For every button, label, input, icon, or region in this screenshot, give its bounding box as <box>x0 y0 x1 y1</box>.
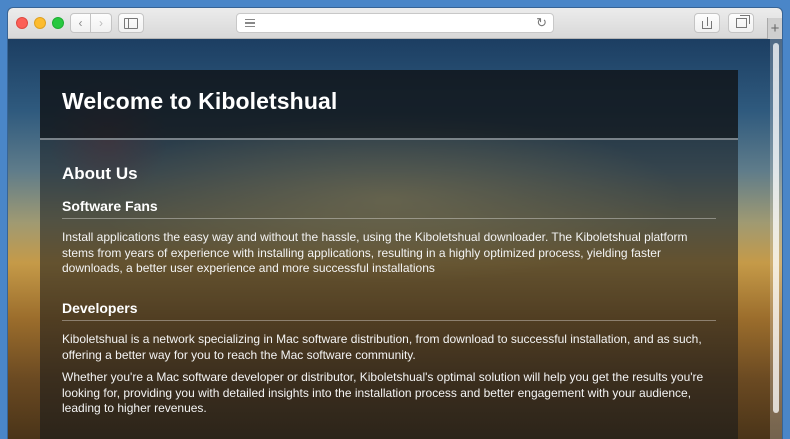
page-title: Welcome to Kiboletshual <box>62 88 338 114</box>
developers-paragraph-1: Kiboletshual is a network specializing i… <box>62 332 702 362</box>
navigation-buttons: ‹ › <box>70 13 112 33</box>
section-title-software-fans: Software Fans <box>62 198 716 219</box>
back-button[interactable]: ‹ <box>70 13 91 33</box>
tabs-overview-icon <box>735 15 750 28</box>
forward-button[interactable]: › <box>91 13 112 33</box>
developers-paragraph-2: Whether you're a Mac software developer … <box>62 370 704 415</box>
about-heading: About Us <box>62 164 138 183</box>
close-window-button[interactable] <box>16 17 28 29</box>
address-bar[interactable]: ↻ <box>236 13 554 33</box>
software-fans-paragraph: Install applications the easy way and wi… <box>62 230 688 275</box>
tabs-overview-button[interactable] <box>728 13 754 33</box>
browser-window: ‹ › ↻ + Welcome to Kiboletshual About Us… <box>8 8 782 439</box>
new-tab-button[interactable]: + <box>767 18 782 39</box>
share-icon <box>702 16 712 29</box>
sidebar-icon <box>124 17 138 29</box>
web-page-viewport: Welcome to Kiboletshual About Us Softwar… <box>8 39 782 439</box>
sidebar-toggle-button[interactable] <box>118 13 144 33</box>
browser-toolbar: ‹ › ↻ <box>8 8 782 39</box>
share-button[interactable] <box>694 13 720 33</box>
chevron-right-icon: › <box>99 16 103 30</box>
section-title-developers: Developers <box>62 300 716 321</box>
chevron-left-icon: ‹ <box>78 16 83 30</box>
content-panel: Welcome to Kiboletshual About Us Softwar… <box>40 70 738 439</box>
zoom-window-button[interactable] <box>52 17 64 29</box>
page-header: Welcome to Kiboletshual <box>40 70 738 140</box>
plus-icon: + <box>770 20 780 37</box>
minimize-window-button[interactable] <box>34 17 46 29</box>
vertical-scrollbar[interactable] <box>770 39 782 439</box>
reload-icon[interactable]: ↻ <box>536 15 547 31</box>
reader-lines-icon[interactable] <box>245 19 255 29</box>
scrollbar-thumb[interactable] <box>773 43 779 413</box>
